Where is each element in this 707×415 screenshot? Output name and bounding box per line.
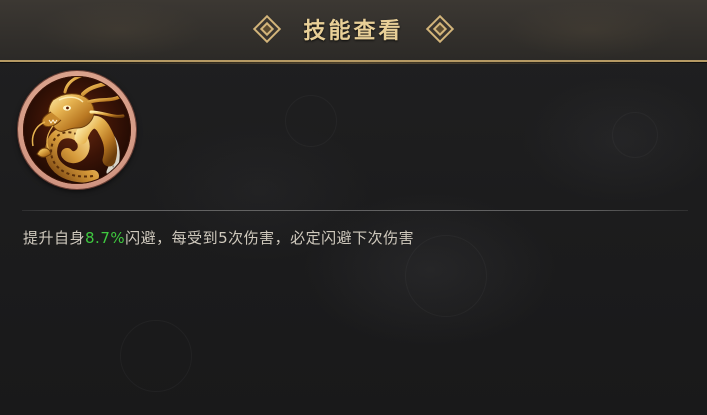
title-group: 技能查看: [0, 0, 707, 58]
golden-dragon-icon: [23, 76, 131, 184]
skill-view-panel: 技能查看 提升自身8.7%闪避，每受到5次伤害，必定闪避下次伤害: [0, 0, 707, 415]
description-prefix: 提升自身: [23, 229, 86, 247]
skill-description: 提升自身8.7%闪避，每受到5次伤害，必定闪避下次伤害: [23, 227, 414, 248]
description-suffix: 闪避，每受到5次伤害，必定闪避下次伤害: [125, 229, 415, 247]
title-bar: 技能查看: [0, 0, 707, 64]
description-value: 8.7%: [85, 229, 126, 247]
skill-icon: [18, 71, 136, 189]
diamond-ornament-icon: [425, 14, 454, 44]
divider: [22, 210, 688, 211]
background-emblem: [612, 112, 658, 158]
diamond-ornament-icon: [253, 14, 282, 44]
background-emblem: [120, 320, 192, 392]
background-emblem: [405, 235, 487, 317]
background-emblem: [285, 95, 337, 147]
page-title: 技能查看: [303, 19, 404, 44]
